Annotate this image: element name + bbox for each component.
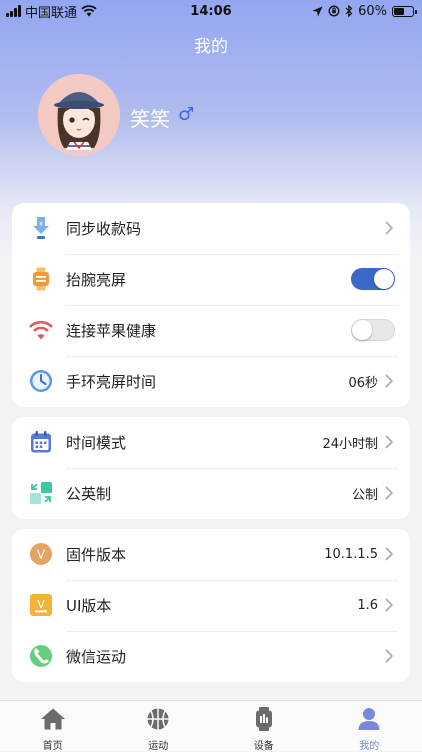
apple-health-toggle[interactable] <box>351 319 395 341</box>
screen-on-time-row[interactable]: 手环亮屏时间 06秒 <box>12 356 410 407</box>
toggle-knob <box>374 269 394 289</box>
wifi-health-icon <box>29 318 53 342</box>
tab-mine[interactable]: 我的 <box>317 701 422 751</box>
ui-version-value: 1.6 <box>357 598 378 613</box>
avatar[interactable] <box>38 74 120 156</box>
settings-card-sync: ¥ 同步收款码 抬腕亮屏 连接苹果健康 手环亮屏时间 06秒 <box>12 203 410 407</box>
firmware-version-value: 10.1.1.5 <box>324 547 378 562</box>
raise-wrist-toggle[interactable] <box>351 268 395 290</box>
device-icon <box>251 707 277 731</box>
watch-icon <box>29 267 53 291</box>
firmware-version-label: 固件版本 <box>66 544 126 565</box>
wifi-icon <box>81 5 97 17</box>
raise-wrist-row: 抬腕亮屏 <box>12 254 410 305</box>
apple-health-label: 连接苹果健康 <box>66 320 156 341</box>
settings-card-format: 时间模式 24小时制 公英制 公制 <box>12 417 410 519</box>
firmware-badge-letter: V <box>37 548 46 562</box>
tab-home[interactable]: 首页 <box>0 701 106 751</box>
sync-qrcode-row[interactable]: ¥ 同步收款码 <box>12 203 410 254</box>
chevron-right-icon <box>382 373 396 389</box>
settings-card-about: V 固件版本 10.1.1.5 V UI版本 1.6 微信运动 <box>12 529 410 682</box>
basketball-icon <box>145 707 171 731</box>
time-mode-row[interactable]: 时间模式 24小时制 <box>12 417 410 468</box>
ui-version-icon: V <box>29 593 53 617</box>
chevron-right-icon <box>382 648 396 664</box>
unit-system-label: 公英制 <box>66 483 111 504</box>
chevron-right-icon <box>382 220 396 236</box>
signal-icon <box>6 5 21 17</box>
avatar-illustration <box>38 74 120 156</box>
bluetooth-icon <box>345 5 353 17</box>
status-bar: 中国联通 14:06 60% <box>0 0 422 22</box>
chevron-right-icon <box>382 485 396 501</box>
tab-device[interactable]: 设备 <box>211 701 317 751</box>
apple-health-row: 连接苹果健康 <box>12 305 410 356</box>
time-mode-label: 时间模式 <box>66 432 126 453</box>
unit-system-value: 公制 <box>352 484 378 503</box>
chevron-right-icon <box>382 597 396 613</box>
clock-icon <box>29 369 53 393</box>
orientation-lock-icon <box>328 5 340 17</box>
calendar-icon <box>29 430 53 454</box>
gender-male-icon: ♂ <box>178 104 194 125</box>
firmware-version-row[interactable]: V 固件版本 10.1.1.5 <box>12 529 410 580</box>
location-arrow-icon <box>312 6 323 17</box>
chevron-right-icon <box>382 546 396 562</box>
wechat-sport-label: 微信运动 <box>66 646 126 667</box>
user-icon <box>356 707 382 731</box>
sync-qrcode-icon: ¥ <box>29 216 53 240</box>
time-mode-value: 24小时制 <box>322 433 378 452</box>
unit-convert-icon <box>29 481 53 505</box>
profile-name: 笑笑 <box>130 103 170 132</box>
raise-wrist-label: 抬腕亮屏 <box>66 269 126 290</box>
unit-system-row[interactable]: 公英制 公制 <box>12 468 410 519</box>
ui-version-label: UI版本 <box>66 595 111 616</box>
wechat-sport-icon <box>29 644 53 668</box>
wechat-sport-row[interactable]: 微信运动 <box>12 631 410 682</box>
screen-on-time-value: 06秒 <box>348 372 378 391</box>
battery-percent: 60% <box>358 4 387 19</box>
ui-version-row[interactable]: V UI版本 1.6 <box>12 580 410 631</box>
toggle-knob <box>352 320 372 340</box>
screen-on-time-label: 手环亮屏时间 <box>66 371 156 392</box>
chevron-right-icon <box>382 434 396 450</box>
battery-icon <box>392 6 414 17</box>
home-icon <box>40 707 66 731</box>
carrier-label: 中国联通 <box>25 2 77 21</box>
firmware-version-icon: V <box>29 542 53 566</box>
sync-qrcode-label: 同步收款码 <box>66 218 141 239</box>
svg-text:¥: ¥ <box>39 221 43 228</box>
tab-bar: 首页 运动 设备 我的 <box>0 700 422 751</box>
ui-badge-letter: V <box>37 598 45 611</box>
tab-sport[interactable]: 运动 <box>106 701 212 751</box>
page-title: 我的 <box>0 32 422 57</box>
